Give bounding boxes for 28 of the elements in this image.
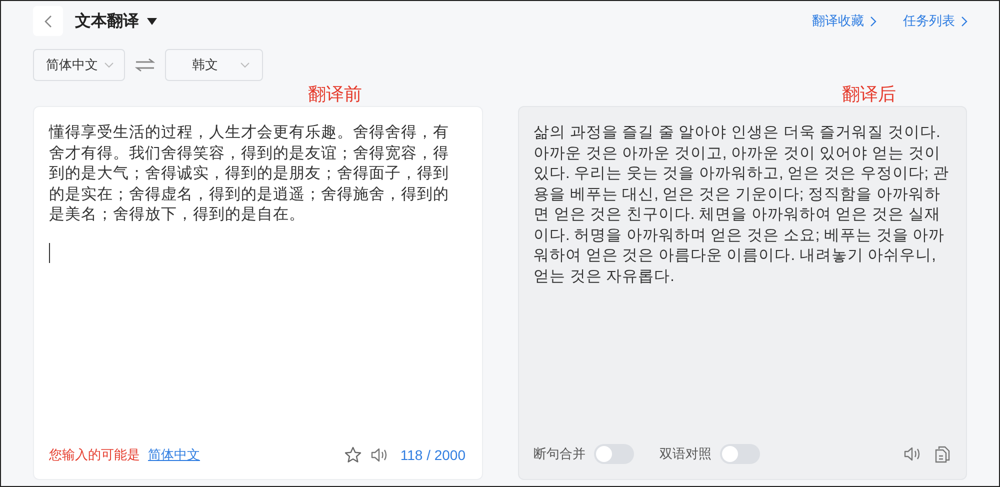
annotation-label: 翻译后 [842,82,896,106]
dropdown-triangle-icon[interactable] [147,18,157,24]
target-language-select[interactable]: 韩文 [165,49,263,81]
toggle-label: 双语对照 [660,445,712,463]
character-count: 118 / 2000 [400,447,466,463]
annotation-label: 翻译前 [308,82,362,106]
speaker-button[interactable] [903,446,921,462]
header-link[interactable]: 任务列表 [903,12,968,30]
speaker-button[interactable] [370,447,388,463]
toggle-switch[interactable] [594,444,634,464]
chevron-right-icon [961,16,968,26]
swap-icon[interactable] [135,58,155,72]
page-title: 文本翻译 [75,11,139,32]
toggle-label: 断句合并 [534,445,586,463]
copy-button[interactable] [935,446,950,462]
detected-language-label: 您输入的可能是 [49,446,140,464]
source-language-select[interactable]: 简体中文 [33,49,125,81]
chevron-right-icon [870,16,877,26]
translated-text: 삶의 과정을 즐길 줄 알아야 인생은 더욱 즐거워질 것이다. 아까운 것은 아까운 것이고, 아까운 것이 있어야 얻는 것이 있다. 우리는 웃는 것을 아까워하고, 얻은 것은 우정이다; 관용을 베푸는 대신, 얻은 것은 기운이다; 정직함을 아까워하면 얻은 것은 친구이다. 체면을 아까워하여 얻은 것은 실재이다. 허명을 아까워하며 얻은 것은 소요; 베푸는 것을 아까워하여 얻은 것은 아름다운 이름이다. 내려놓기 아쉬우니, 얻는 것은 자유롭다. [534,123,950,286]
back-icon [44,14,52,28]
toggle-switch[interactable] [720,444,760,464]
favorite-button[interactable] [344,446,362,464]
caret-icon [104,62,114,68]
source-text[interactable]: 懂得享受生活的过程，人生才会更有乐趣。舍得舍得，有舍才有得。我们舍得笑容，得到的是友谊；舍得宽容，得到的是大气；舍得诚实，得到的是朋友；舍得面子，得到的是实在；舍得虚名，得到的是逍遥；舍得施舍，得到的是美名；舍得放下，得到的是自在。 [49,123,454,226]
text-cursor [49,242,50,262]
header-link[interactable]: 翻译收藏 [812,12,877,30]
caret-icon [240,62,250,68]
detected-language-link[interactable]: 简体中文 [148,446,200,464]
